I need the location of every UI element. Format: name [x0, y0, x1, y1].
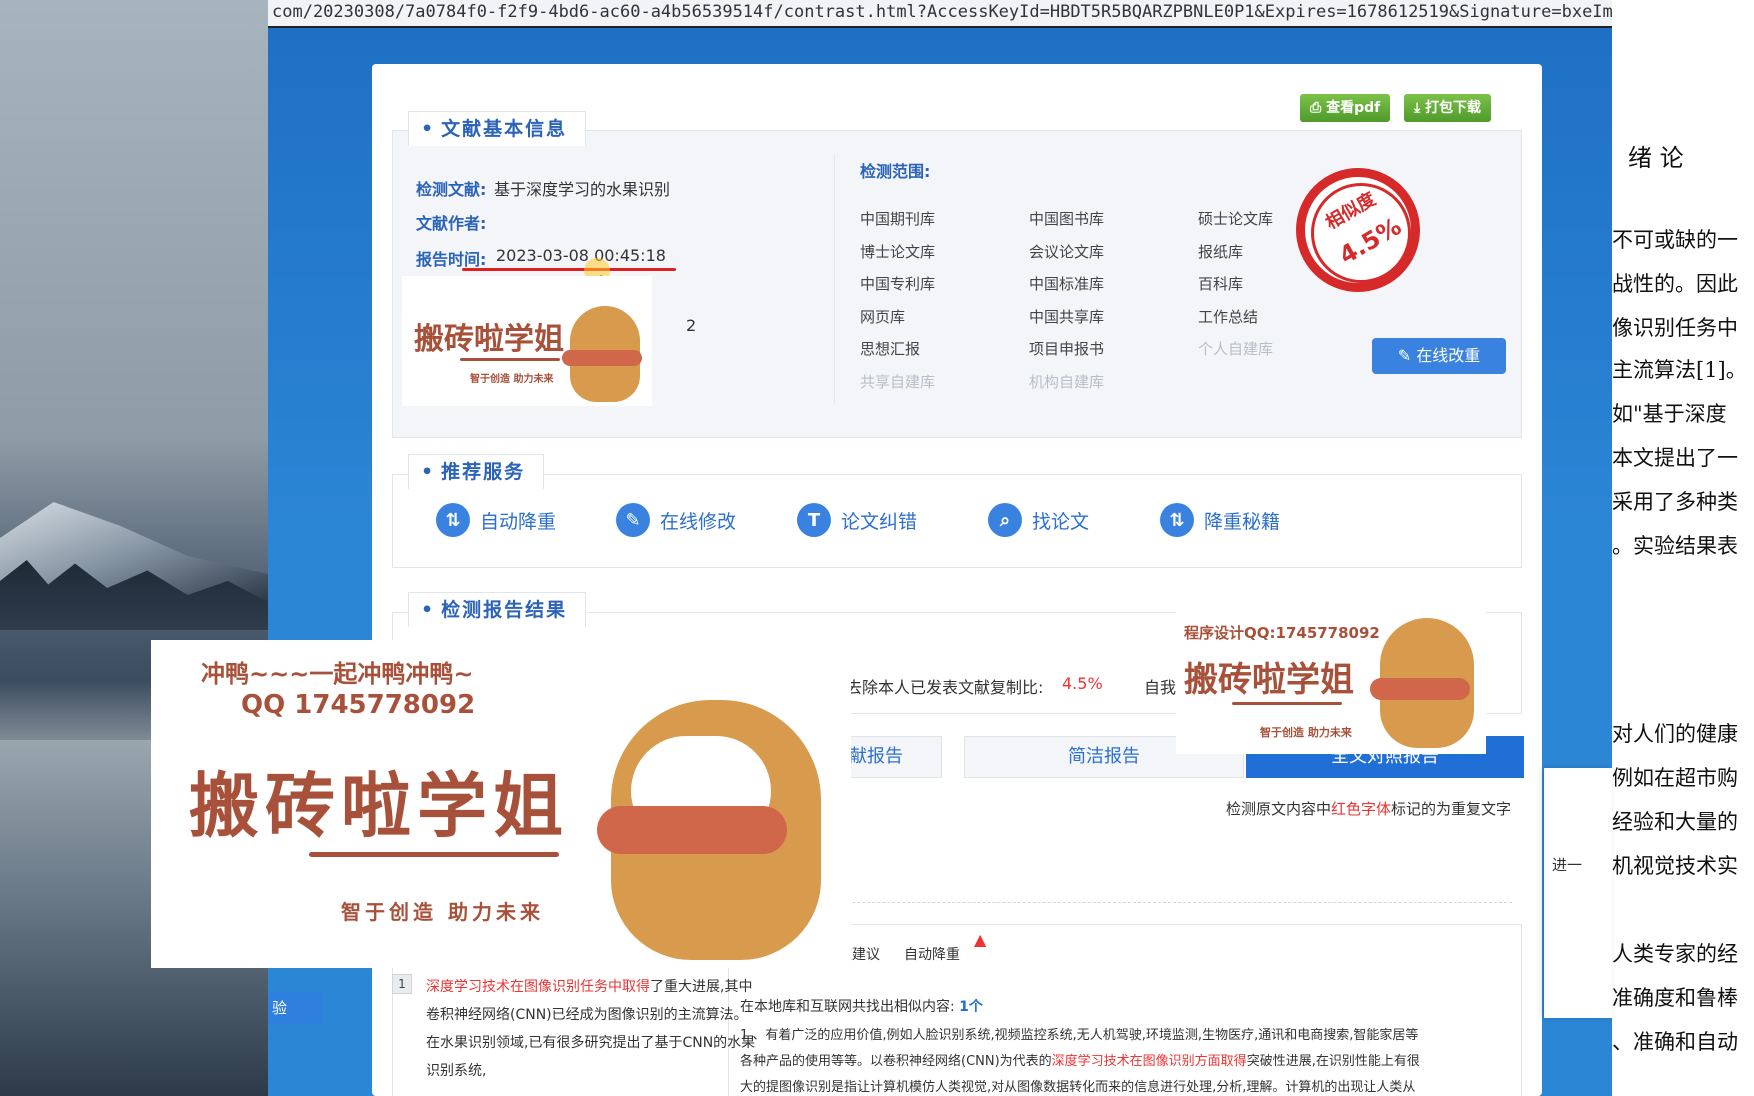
- document-line: 人类专家的经: [1612, 942, 1738, 966]
- divider: [834, 154, 835, 404]
- library-item: 个人自建库: [1198, 340, 1274, 358]
- time-value: 2023-03-08 00:45:18: [496, 246, 666, 265]
- service-label: 论文纠错: [841, 510, 918, 533]
- document-line: 、准确和自动: [1612, 1030, 1738, 1054]
- download-pack-button[interactable]: ⤓ 打包下载: [1404, 94, 1492, 122]
- pencil-icon: ✎: [1397, 346, 1417, 365]
- document-line: 绪 论: [1628, 144, 1684, 172]
- similar-line1: 1 、有着广泛的应用价值,例如人脸识别系统,视频监控系统,无人机驾驶,环境监测,…: [740, 1028, 1419, 1043]
- library-item: 中国标准库: [1029, 275, 1105, 293]
- left-para-line1: 深度学习技术在图像识别任务中取得了重大进展,其中: [426, 979, 753, 995]
- similarity-stamp: 相似度 4.5%: [1296, 168, 1420, 292]
- time-label: 报告时间:: [416, 250, 487, 269]
- sticker-squiggle: [1232, 702, 1342, 705]
- auto-reduce-icon: ⇅: [436, 503, 470, 537]
- service-label: 找论文: [1032, 510, 1090, 533]
- section-title-basic-info: 文献基本信息: [408, 111, 587, 146]
- service-label: 降重秘籍: [1204, 510, 1281, 533]
- sticker-squiggle: [460, 358, 560, 361]
- watermark-sticker-small: 搬砖啦学姐 智于创造 助力未来: [402, 276, 652, 406]
- dashed-divider: [792, 902, 1512, 903]
- library-item: 百科库: [1198, 275, 1244, 293]
- doc-label: 检测文献:: [416, 180, 487, 199]
- library-item: 报纸库: [1198, 242, 1244, 261]
- partial-digit: 2: [686, 316, 697, 335]
- fire-icon: ▲: [974, 930, 987, 949]
- left-para-line3: 在水果识别领域,已有很多研究提出了基于CNN的水果: [426, 1035, 756, 1051]
- online-edit-button[interactable]: ✎ 在线改重: [1372, 338, 1506, 374]
- document-line: 像识别任务中: [1612, 316, 1738, 340]
- library-item: 思想汇报: [860, 340, 921, 358]
- library-item: 博士论文库: [860, 242, 936, 261]
- red-underline-annotation: [462, 268, 676, 271]
- service-reduce-tips[interactable]: ⇅ 降重秘籍: [1160, 503, 1280, 537]
- side-panel-text: 进一: [1552, 856, 1583, 874]
- watermark-sticker-qq: 程序设计QQ:1745778092 搬砖啦学姐 智于创造 助力未来: [1176, 608, 1486, 754]
- document-line: 机视觉技术实: [1612, 854, 1738, 878]
- document-line: 主流算法[1]。: [1612, 358, 1747, 382]
- sticker-squiggle: [309, 852, 559, 857]
- library-item: 中国共享库: [1029, 307, 1105, 326]
- pdf-icon: ⎙: [1310, 100, 1327, 116]
- service-auto-reduce[interactable]: ⇅ 自动降重: [436, 503, 556, 537]
- doc-value: 基于深度学习的水果识别: [494, 180, 671, 199]
- similar-line2: 各种产品的使用等等。以卷积神经网络(CNN)为代表的深度学习技术在图像识别方面取…: [740, 1054, 1420, 1069]
- similar-line3: 大的提图像识别是指让计算机模仿人类视觉,对从图像数据转化而来的信息进行处理,分析…: [740, 1080, 1416, 1095]
- library-item: 工作总结: [1198, 307, 1259, 326]
- service-find-paper[interactable]: ⌕ 找论文: [988, 503, 1089, 537]
- document-line: 如"基于深度: [1612, 402, 1727, 426]
- library-item: 网页库: [860, 307, 906, 326]
- document-line: 准确度和鲁棒: [1612, 986, 1738, 1010]
- dog-scarf: [597, 806, 787, 854]
- dog-scarf: [562, 350, 642, 366]
- similar-count-line: 在本地库和互联网共找出相似内容: 1个: [740, 999, 983, 1015]
- library-item: 中国期刊库: [860, 210, 936, 228]
- red-font-note: 检测原文内容中红色字体标记的为重复文字: [1226, 800, 1512, 818]
- library-item: 中国专利库: [860, 275, 936, 293]
- document-line: 。实验结果表: [1612, 534, 1738, 558]
- scope-label: 检测范围:: [860, 162, 931, 181]
- find-paper-icon: ⌕: [988, 503, 1022, 537]
- document-line: 采用了多种类: [1612, 490, 1738, 514]
- library-item: 机构自建库: [1029, 372, 1105, 391]
- mini-tab-auto[interactable]: 自动降重: [904, 944, 960, 964]
- paragraph-number: 1: [392, 974, 412, 994]
- author-label: 文献作者:: [416, 214, 487, 233]
- library-item: 会议论文库: [1029, 242, 1105, 261]
- service-paper-correct[interactable]: T 论文纠错: [797, 503, 917, 537]
- word-document: 绪 论不可或缺的一 战性的。因此 像识别任务中 主流算法[1]。 如"基于深度 本文提出了…: [1544, 0, 1754, 1096]
- document-line: 本文提出了一: [1612, 446, 1738, 470]
- document-line: 例如在超市购: [1612, 766, 1738, 790]
- view-pdf-button[interactable]: ⎙ 查看pdf: [1300, 94, 1391, 122]
- side-check-button[interactable]: 验: [268, 992, 322, 1024]
- document-side-panel: 进一: [1544, 768, 1612, 1018]
- exclude-self-value: 4.5%: [1062, 674, 1103, 693]
- library-item: 中国图书库: [1029, 210, 1105, 228]
- dog-scarf: [1370, 678, 1470, 700]
- address-bar[interactable]: com/20230308/7a0784f0-f2f9-4bd6-ac60-a4b…: [268, 0, 1612, 28]
- library-item: 硕士论文库: [1198, 210, 1274, 228]
- watermark-sticker-large: 冲鸭~~~一起冲鸭冲鸭~ QQ 1745778092 搬砖啦学姐 智于创造 助力…: [151, 640, 851, 968]
- document-line: 经验和大量的: [1612, 810, 1738, 834]
- left-para-line2: 卷积神经网络(CNN)已经成为图像识别的主流算法。: [426, 1007, 748, 1023]
- document-line: 不可或缺的一: [1612, 228, 1738, 252]
- exclude-self-label: 去除本人已发表文献复制比:: [846, 678, 1044, 697]
- reduce-tips-icon: ⇅: [1160, 503, 1194, 537]
- service-label: 在线修改: [660, 510, 737, 533]
- self-label: 自我: [1144, 678, 1177, 697]
- document-line: 战性的。因此: [1612, 272, 1738, 296]
- section-title-services: 推荐服务: [408, 454, 545, 489]
- service-online-edit[interactable]: ✎ 在线修改: [616, 503, 736, 537]
- section-title-results: 检测报告结果: [408, 592, 587, 627]
- download-icon: ⤓: [1414, 100, 1426, 116]
- service-label: 自动降重: [480, 510, 557, 533]
- library-item: 项目申报书: [1029, 340, 1105, 358]
- paper-correct-icon: T: [797, 503, 831, 537]
- document-line: 对人们的健康: [1612, 722, 1738, 746]
- library-item: 共享自建库: [860, 372, 936, 391]
- online-edit-icon: ✎: [616, 503, 650, 537]
- left-para-line4: 识别系统,: [426, 1063, 487, 1079]
- services-panel: [392, 474, 1522, 568]
